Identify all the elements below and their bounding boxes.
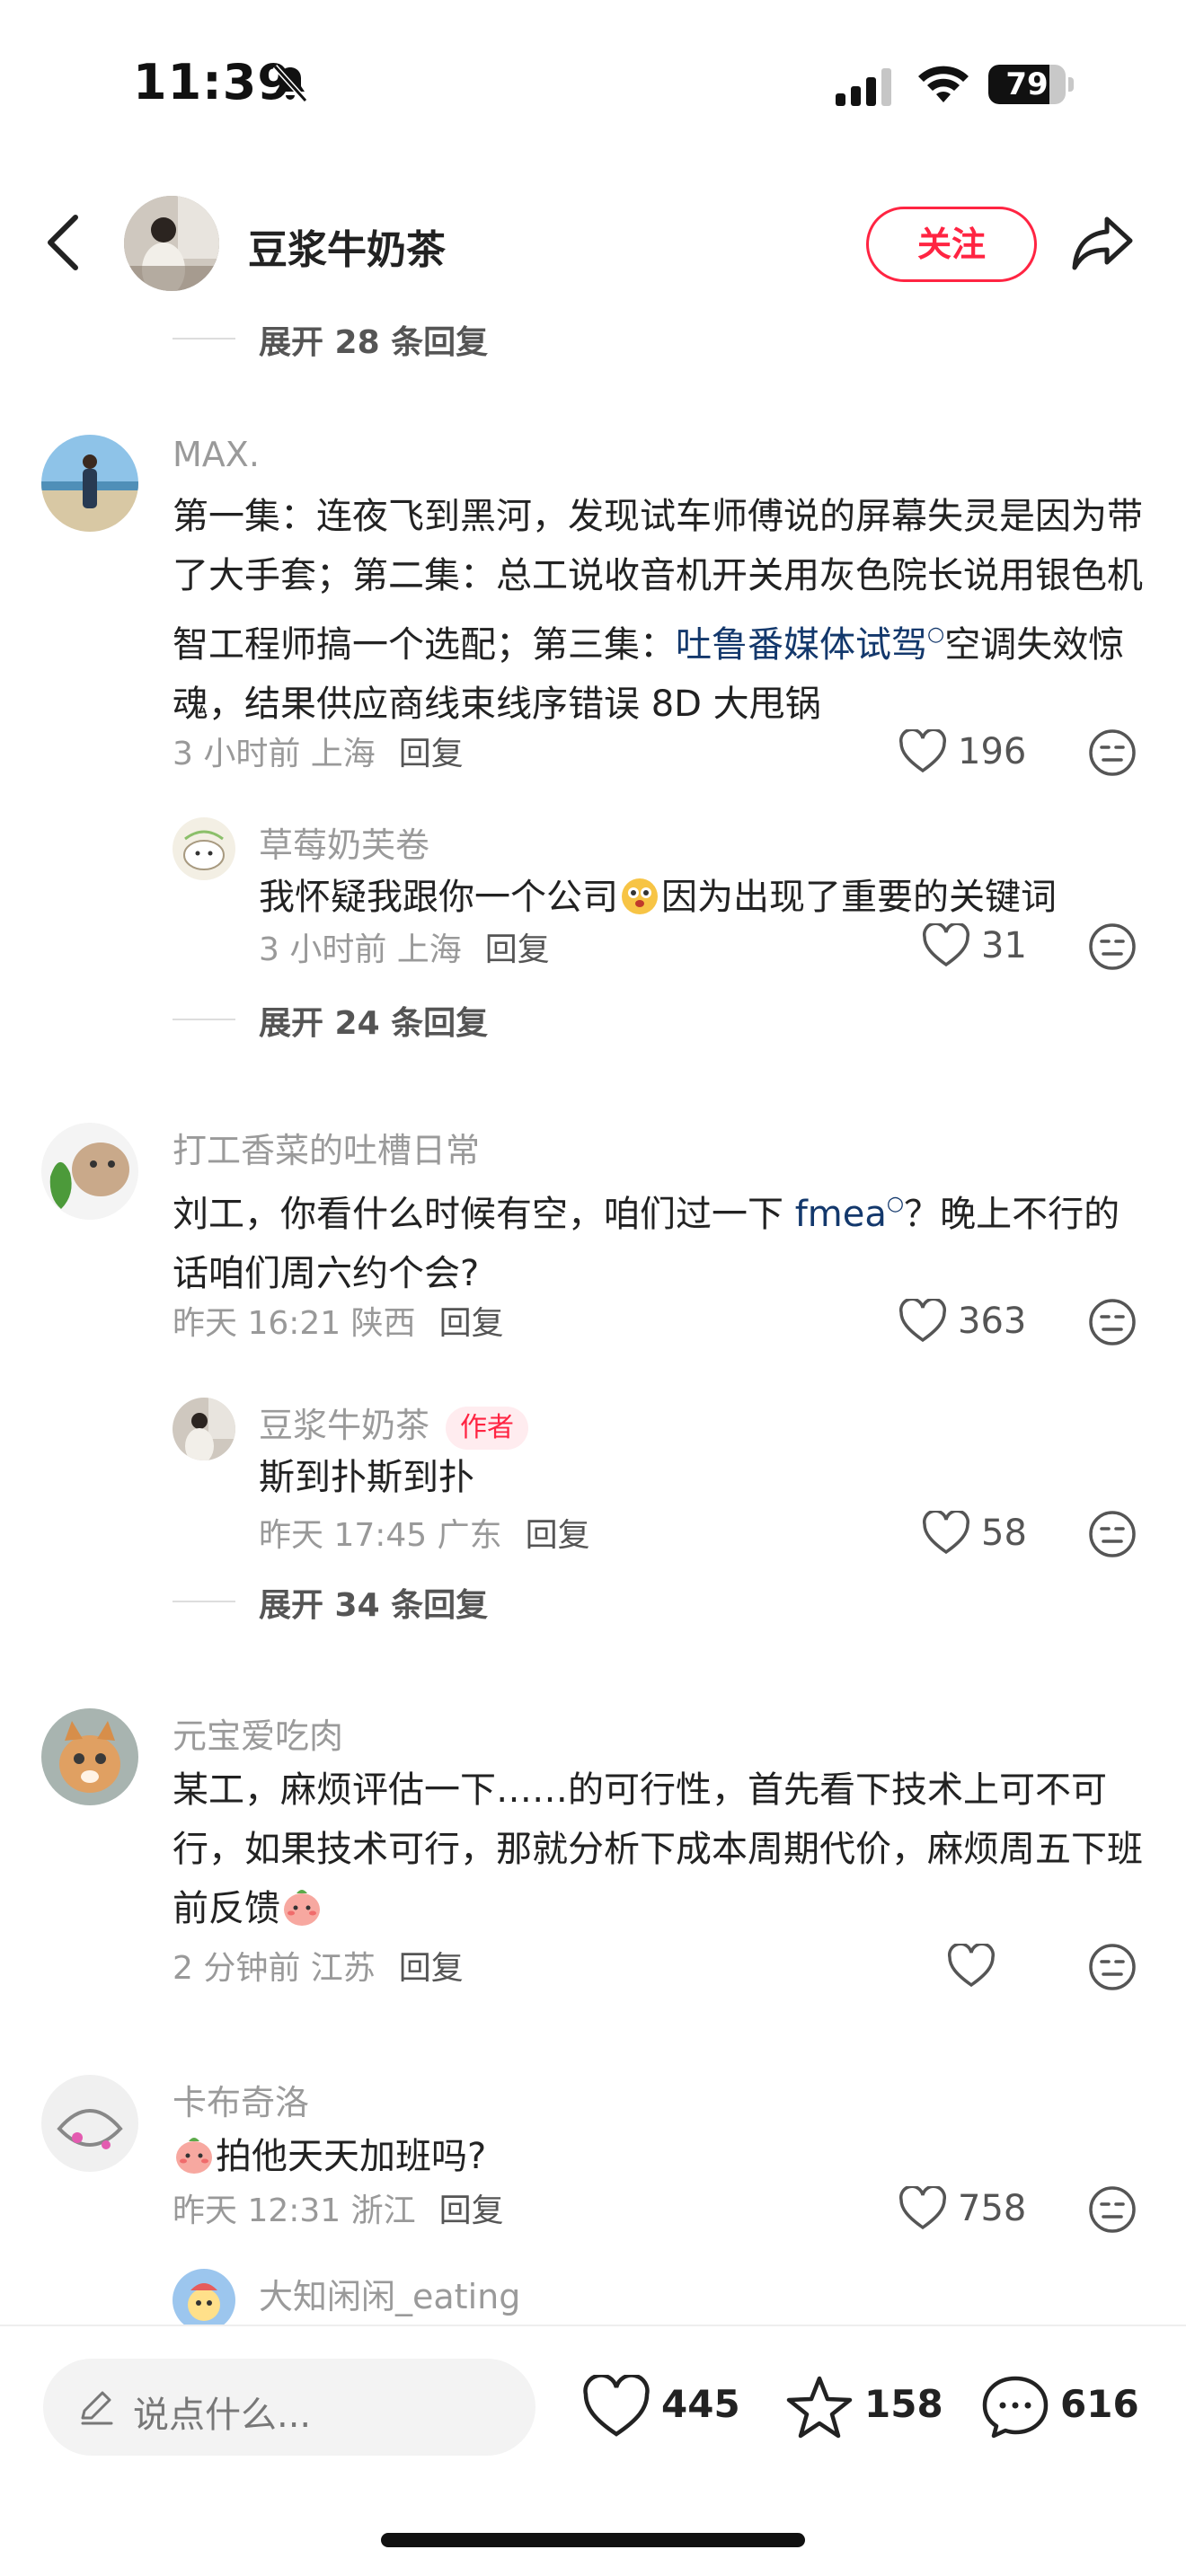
dislike-face-icon[interactable] [1087,1509,1137,1559]
heart-icon [899,729,946,773]
wifi-icon [918,66,969,102]
comment-meta: 2 分钟前 江苏 回复 [173,1950,464,1987]
commenter-name[interactable]: 大知闲闲_eating [259,2269,520,2318]
commenter-name: 豆浆牛奶茶 作者 [259,1398,529,1450]
heart-icon [948,1944,995,1988]
dislike-face-icon[interactable] [1087,922,1137,972]
search-mini-icon: ○ [886,1193,905,1215]
like-button[interactable]: 31 [922,920,1084,974]
comment-meta: 昨天 17:45 广东 回复 [259,1517,590,1554]
author-header: 豆浆牛奶茶 关注 [0,180,1186,305]
commenter-name[interactable]: 卡布奇洛 [173,2075,309,2124]
like-count: 31 [981,925,1027,966]
status-time: 11:39 [133,54,292,110]
commenter-avatar[interactable] [41,1708,138,1805]
commenter-name[interactable]: 元宝爱吃肉 [173,1708,343,1758]
comments-button[interactable]: 616 [981,2369,1152,2445]
comment-input-placeholder: 说点什么... [133,2395,312,2436]
heart-icon [923,1511,969,1555]
commenter-name[interactable]: 打工香菜的吐槽日常 [173,1123,480,1172]
comment-meta: 昨天 16:21 陕西 回复 [173,1305,504,1342]
dislike-face-icon[interactable] [1087,1942,1137,1992]
like-count: 58 [981,1513,1027,1554]
blush-emoji-icon [176,2138,212,2174]
comment-text: 某工，麻烦评估一下……的可行性，首先看下技术上可不可行，如果技术可行，那就分析下… [173,1769,1143,1929]
comment-bubble-icon [982,2376,1049,2439]
bottom-action-bar: 说点什么... 445 158 616 [0,2325,1186,2576]
like-count: 363 [958,1301,1027,1342]
dislike-face-icon[interactable] [1087,728,1137,778]
commenter-avatar[interactable] [41,1123,138,1220]
commenter-name[interactable]: 草莓奶芙卷 [259,817,429,867]
reply-button[interactable]: 回复 [399,1950,464,1987]
back-arrow-icon[interactable] [36,208,93,277]
comment-text: 刘工，你看什么时候有空，咱们过一下 fmea○？晚上不行的话咱们周六约个会? [173,1193,1120,1294]
like-button[interactable]: 758 [898,2183,1060,2236]
reply-button[interactable]: 回复 [439,2192,504,2229]
comment-text: 斯到扑斯到扑 [259,1457,474,1498]
search-link[interactable]: fmea○ [795,1193,905,1235]
search-mini-icon: ○ [927,623,945,646]
pencil-icon [81,2391,113,2425]
heart-icon [899,2186,946,2230]
like-button[interactable]: 363 [898,1295,1060,1349]
surprised-emoji-icon [622,878,658,914]
bell-off-icon [272,64,308,103]
like-post-button[interactable]: 445 [582,2369,753,2445]
heart-icon [583,2375,650,2437]
cellular-signal-icon [836,68,891,106]
like-button[interactable]: 196 [898,726,1060,780]
like-button[interactable]: 58 [922,1507,1084,1561]
like-button[interactable] [947,1940,1109,1994]
heart-icon [899,1299,946,1343]
comment-meta: 3 小时前 上海 回复 [259,931,550,968]
like-count: 196 [958,731,1027,772]
blush-emoji-icon [284,1890,320,1926]
like-count: 758 [958,2188,1027,2229]
comment-text: 第一集：连夜飞到黑河，发现试车师傅说的屏幕失灵是因为带了大手套；第二集：总工说收… [173,496,1143,725]
collect-button[interactable]: 158 [785,2369,947,2445]
heart-icon [923,923,969,967]
commenter-name[interactable]: MAX. [173,435,260,474]
home-indicator[interactable] [381,2533,805,2547]
commenter-avatar[interactable] [173,817,235,880]
commenter-avatar[interactable] [41,435,138,532]
collect-count: 158 [864,2382,943,2426]
battery-indicator: 79 [988,65,1075,104]
author-badge: 作者 [446,1406,529,1450]
search-link[interactable]: 吐鲁番媒体试驾○ [676,623,945,666]
comment-text: 我怀疑我跟你一个公司 因为出现了重要的关键词 [259,868,1139,927]
commenter-avatar[interactable] [173,2269,235,2325]
author-name[interactable]: 豆浆牛奶茶 [248,217,446,275]
reply-button[interactable]: 回复 [399,736,464,772]
post-like-count: 445 [661,2382,740,2426]
comment-input[interactable]: 说点什么... [43,2359,535,2456]
share-icon[interactable] [1069,208,1137,277]
commenter-avatar[interactable] [173,1398,235,1460]
comment-meta: 昨天 12:31 浙江 回复 [173,2192,504,2229]
reply-button[interactable]: 回复 [526,1517,590,1554]
dislike-face-icon[interactable] [1087,1297,1137,1347]
status-bar: 11:39 79 [0,0,1186,171]
author-avatar[interactable] [124,196,219,291]
reply-author-name[interactable]: 豆浆牛奶茶 [259,1406,429,1445]
dislike-face-icon[interactable] [1087,2184,1137,2235]
battery-level: 79 [1005,66,1049,102]
comment-meta: 3 小时前 上海 回复 [173,736,464,772]
star-icon [786,2376,853,2439]
follow-button[interactable]: 关注 [866,207,1037,282]
comment-feed[interactable]: 展开 28 条回复 MAX. 第一集：连夜飞到黑河，发现试车师傅说的屏幕失灵是因… [0,305,1186,2325]
comment-text: 拍他天天加班吗? [173,2127,1143,2186]
reply-button[interactable]: 回复 [485,931,550,968]
commenter-avatar[interactable] [41,2075,138,2172]
comment-count: 616 [1060,2382,1139,2426]
reply-button[interactable]: 回复 [439,1305,504,1342]
